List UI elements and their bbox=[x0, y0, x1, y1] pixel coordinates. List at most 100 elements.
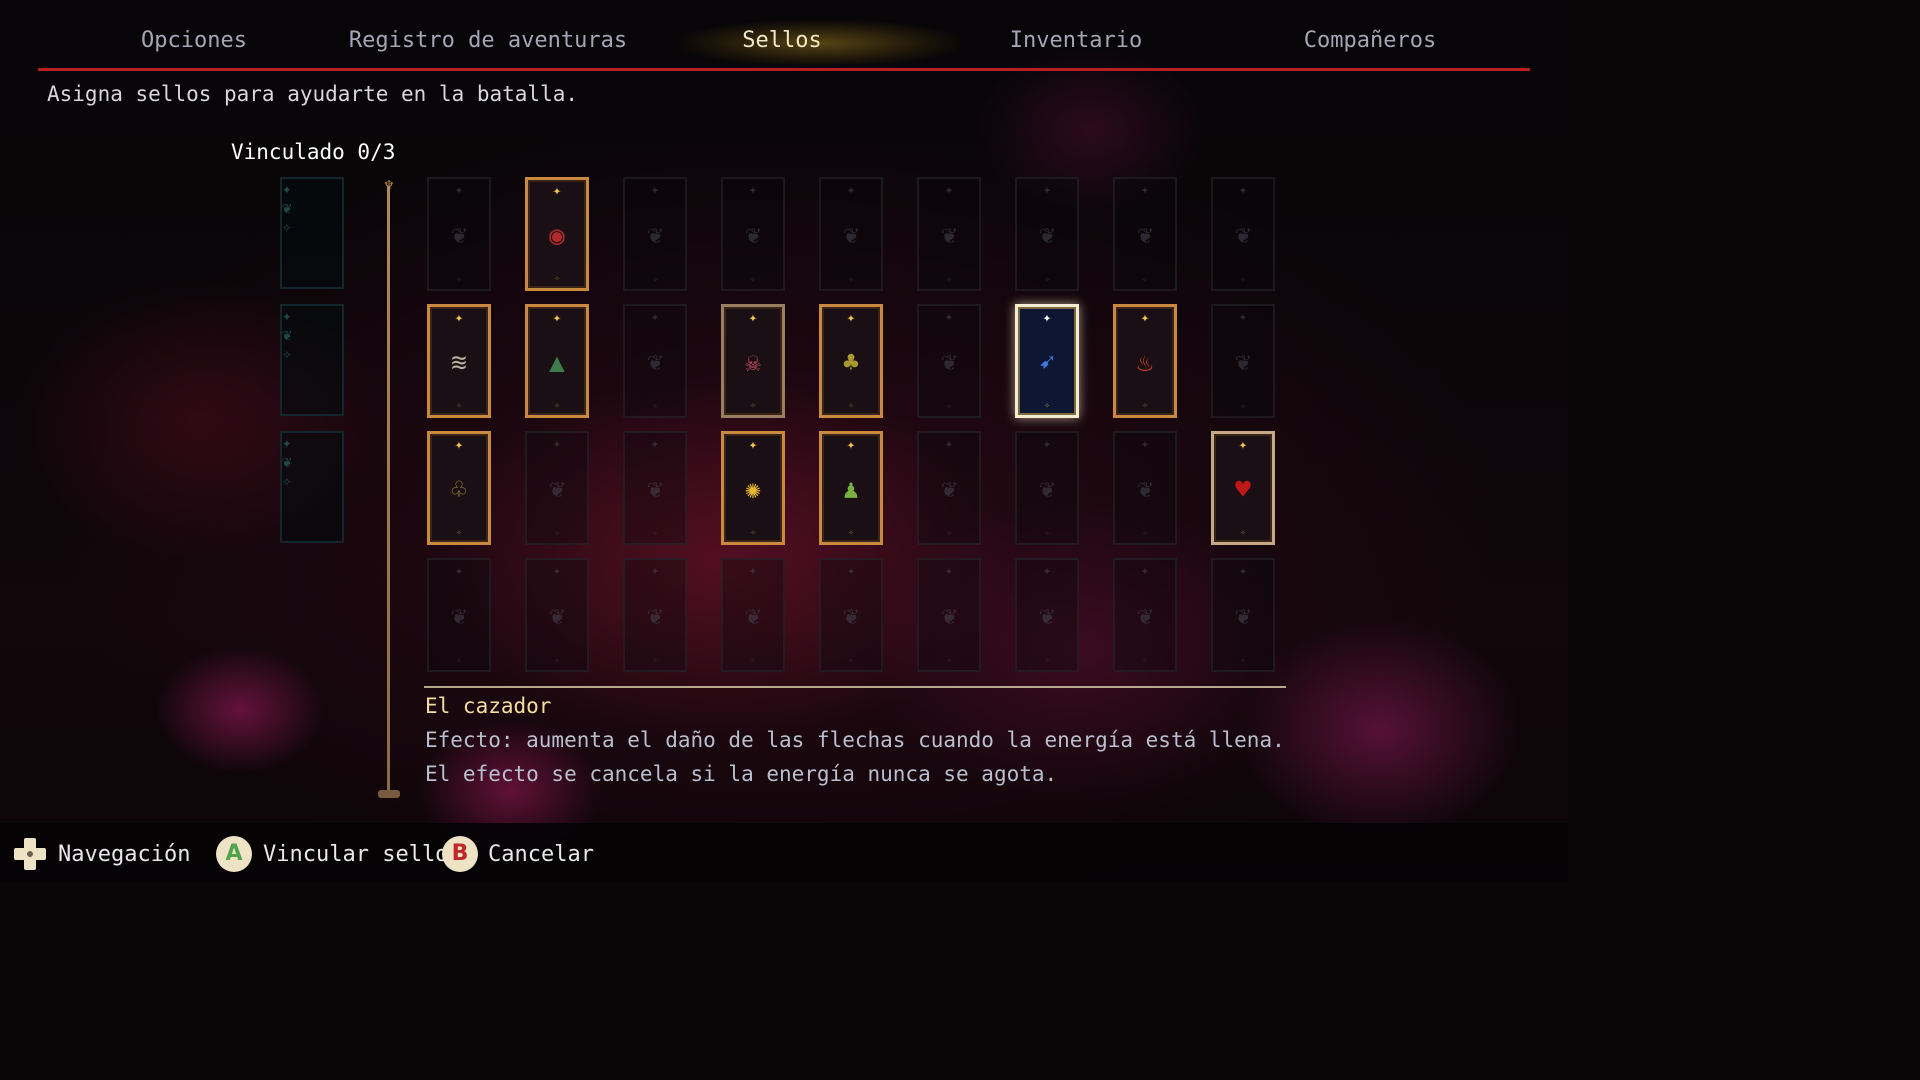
card-star-icon: ✦ bbox=[552, 310, 562, 326]
card-star-icon: ✦ bbox=[552, 183, 562, 199]
card-star-icon: ✦ bbox=[454, 310, 464, 326]
card-star-icon: ✦ bbox=[1140, 310, 1150, 326]
clover-seal-icon: ♧ bbox=[451, 475, 467, 505]
eye-seal-icon: ◉ bbox=[549, 221, 565, 251]
empty-seal-card[interactable]: ✦ ❦ ✧ bbox=[427, 558, 491, 672]
card-foot-icon: ✧ bbox=[1043, 655, 1051, 666]
sprout-seal-icon: ♣ bbox=[843, 348, 859, 378]
card-foot-icon: ✧ bbox=[1239, 527, 1247, 538]
empty-seal-card[interactable]: ✦ ❦ ✧ bbox=[721, 558, 785, 672]
empty-seal-card[interactable]: ✦ ❦ ✧ bbox=[1015, 558, 1079, 672]
empty-seal-card[interactable]: ✦ ❦ ✧ bbox=[623, 558, 687, 672]
empty-seal-card[interactable]: ✦ ❦ ✧ bbox=[721, 177, 785, 291]
card-star-icon: ✦ bbox=[1042, 436, 1052, 452]
empty-seal-card[interactable]: ✦ ❦ ✧ bbox=[623, 431, 687, 545]
card-foot-icon: ✧ bbox=[455, 655, 463, 666]
a-button-letter: A bbox=[225, 841, 243, 866]
burst-seal-icon: ✺ bbox=[745, 475, 761, 505]
card-foot-icon: ✧ bbox=[553, 273, 561, 284]
seal-card[interactable]: ✦ ▲ ✧ bbox=[525, 304, 589, 418]
empty-seal-card[interactable]: ✦ ❦ ✧ bbox=[1015, 431, 1079, 545]
hint-cancel[interactable]: Cancelar bbox=[488, 838, 594, 872]
seal-card[interactable]: ✦ ♟ ✧ bbox=[819, 431, 883, 545]
card-foot-icon: ✧ bbox=[1043, 528, 1051, 539]
empty-slot-emblem-icon: ❦ bbox=[1235, 347, 1251, 377]
description-divider bbox=[424, 686, 1286, 688]
empty-slot-emblem-icon: ❦ bbox=[647, 220, 663, 250]
card-star-icon: ✦ bbox=[650, 309, 660, 325]
hint-navigation: Navegación bbox=[58, 842, 191, 867]
tab-registro-de-aventuras[interactable]: Registro de aventuras bbox=[349, 26, 627, 56]
tab-sellos[interactable]: Sellos bbox=[742, 26, 821, 56]
skull-seal-icon: ☠ bbox=[745, 348, 761, 378]
seal-card[interactable]: ✦ ☠ ✧ bbox=[721, 304, 785, 418]
empty-seal-card[interactable]: ✦ ❦ ✧ bbox=[1113, 558, 1177, 672]
a-button-icon[interactable]: A bbox=[216, 836, 252, 872]
card-foot-icon: ✧ bbox=[1043, 274, 1051, 285]
seal-card[interactable]: ✦ ◉ ✧ bbox=[525, 177, 589, 291]
empty-slot-emblem-icon: ❦ bbox=[941, 601, 957, 631]
seal-card[interactable]: ✦ ➹ ✧ bbox=[1015, 304, 1079, 418]
empty-seal-card[interactable]: ✦ ❦ ✧ bbox=[819, 177, 883, 291]
b-button-icon[interactable]: B bbox=[442, 836, 478, 872]
empty-seal-card[interactable]: ✦ ❦ ✧ bbox=[1113, 177, 1177, 291]
empty-seal-card[interactable]: ✦ ❦ ✧ bbox=[427, 177, 491, 291]
claw-seal-icon: ≋ bbox=[451, 348, 467, 378]
card-foot-icon: ✧ bbox=[945, 655, 953, 666]
empty-seal-card[interactable]: ✦ ❦ ✧ bbox=[819, 558, 883, 672]
seal-card[interactable]: ✦ ≋ ✧ bbox=[427, 304, 491, 418]
divider-rod bbox=[387, 186, 390, 798]
empty-slot-emblem-icon: ❦ bbox=[647, 474, 663, 504]
empty-seal-card[interactable]: ✦ ❦ ✧ bbox=[917, 304, 981, 418]
card-star-icon: ✦ bbox=[282, 433, 292, 452]
bound-seal-slot[interactable]: ✦ ❦ ✧ bbox=[280, 431, 344, 543]
card-star-icon: ✦ bbox=[1238, 182, 1248, 198]
empty-seal-card[interactable]: ✦ ❦ ✧ bbox=[1211, 304, 1275, 418]
empty-slot-emblem-icon: ❦ bbox=[282, 198, 292, 217]
empty-seal-card[interactable]: ✦ ❦ ✧ bbox=[1211, 177, 1275, 291]
empty-slot-emblem-icon: ❦ bbox=[941, 220, 957, 250]
tab-companeros[interactable]: Compañeros bbox=[1304, 26, 1436, 56]
seal-card[interactable]: ✦ ♧ ✧ bbox=[427, 431, 491, 545]
seal-card[interactable]: ✦ ♥ ✧ bbox=[1211, 431, 1275, 545]
empty-seal-card[interactable]: ✦ ❦ ✧ bbox=[1015, 177, 1079, 291]
card-star-icon: ✦ bbox=[1238, 563, 1248, 579]
empty-seal-card[interactable]: ✦ ❦ ✧ bbox=[917, 558, 981, 672]
empty-slot-emblem-icon: ❦ bbox=[1039, 220, 1055, 250]
empty-seal-card[interactable]: ✦ ❦ ✧ bbox=[1211, 558, 1275, 672]
card-foot-icon: ✧ bbox=[553, 655, 561, 666]
bound-seal-slot[interactable]: ✦ ❦ ✧ bbox=[280, 304, 344, 416]
tab-opciones[interactable]: Opciones bbox=[141, 26, 247, 56]
card-foot-icon: ✧ bbox=[282, 471, 292, 490]
card-foot-icon: ✧ bbox=[945, 274, 953, 285]
tab-inventario[interactable]: Inventario bbox=[1010, 26, 1142, 56]
seal-name: El cazador bbox=[425, 694, 552, 718]
page-subtitle: Asigna sellos para ayudarte en la batall… bbox=[47, 82, 579, 106]
empty-seal-card[interactable]: ✦ ❦ ✧ bbox=[525, 431, 589, 545]
empty-slot-emblem-icon: ❦ bbox=[451, 220, 467, 250]
bound-seal-slot[interactable]: ✦ ❦ ✧ bbox=[280, 177, 344, 289]
empty-seal-card[interactable]: ✦ ❦ ✧ bbox=[1113, 431, 1177, 545]
divider-foot bbox=[378, 790, 400, 798]
card-star-icon: ✦ bbox=[454, 563, 464, 579]
card-foot-icon: ✧ bbox=[847, 274, 855, 285]
empty-seal-card[interactable]: ✦ ❦ ✧ bbox=[623, 304, 687, 418]
empty-seal-card[interactable]: ✦ ❦ ✧ bbox=[623, 177, 687, 291]
seal-card[interactable]: ✦ ♣ ✧ bbox=[819, 304, 883, 418]
card-star-icon: ✦ bbox=[552, 563, 562, 579]
empty-slot-emblem-icon: ❦ bbox=[647, 601, 663, 631]
card-star-icon: ✦ bbox=[748, 310, 758, 326]
empty-seal-card[interactable]: ✦ ❦ ✧ bbox=[917, 431, 981, 545]
empty-slot-emblem-icon: ❦ bbox=[1137, 601, 1153, 631]
card-foot-icon: ✧ bbox=[1141, 655, 1149, 666]
seal-card[interactable]: ✦ ✺ ✧ bbox=[721, 431, 785, 545]
empty-seal-card[interactable]: ✦ ❦ ✧ bbox=[525, 558, 589, 672]
empty-seal-card[interactable]: ✦ ❦ ✧ bbox=[917, 177, 981, 291]
hint-bind-seal[interactable]: Vincular sello bbox=[263, 838, 448, 872]
card-foot-icon: ✧ bbox=[749, 400, 757, 411]
seal-card[interactable]: ✦ ♨ ✧ bbox=[1113, 304, 1177, 418]
card-star-icon: ✦ bbox=[282, 306, 292, 325]
card-foot-icon: ✧ bbox=[651, 528, 659, 539]
card-foot-icon: ✧ bbox=[1239, 655, 1247, 666]
card-foot-icon: ✧ bbox=[945, 401, 953, 412]
